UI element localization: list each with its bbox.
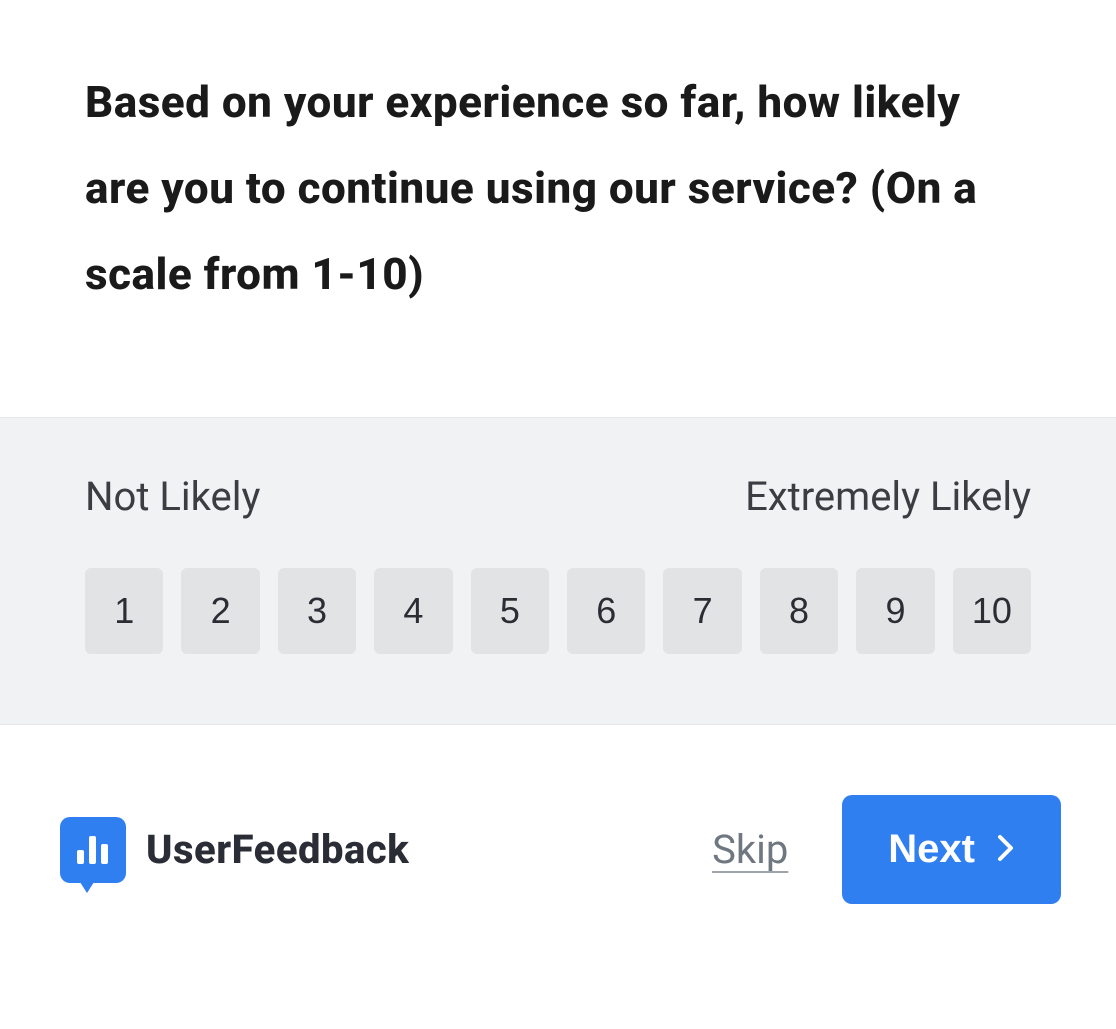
scale-option-2[interactable]: 2 — [181, 568, 259, 654]
next-button[interactable]: Next — [842, 795, 1061, 904]
scale-labels: Not Likely Extremely Likely — [85, 473, 1031, 520]
question-text: Based on your experience so far, how lik… — [85, 60, 1031, 317]
chevron-right-icon — [997, 827, 1015, 872]
brand-name: UserFeedback — [146, 826, 409, 873]
skip-link[interactable]: Skip — [712, 826, 788, 873]
scale-option-1[interactable]: 1 — [85, 568, 163, 654]
scale-option-7[interactable]: 7 — [663, 568, 741, 654]
scale-option-3[interactable]: 3 — [278, 568, 356, 654]
next-button-label: Next — [888, 827, 975, 872]
scale-section: Not Likely Extremely Likely 1 2 3 4 5 6 … — [0, 417, 1116, 724]
scale-high-label: Extremely Likely — [745, 473, 1031, 520]
scale-buttons-row: 1 2 3 4 5 6 7 8 9 10 — [85, 568, 1031, 654]
scale-option-9[interactable]: 9 — [856, 568, 934, 654]
scale-option-8[interactable]: 8 — [760, 568, 838, 654]
chart-bubble-icon — [60, 817, 126, 883]
scale-option-5[interactable]: 5 — [471, 568, 549, 654]
scale-option-10[interactable]: 10 — [953, 568, 1031, 654]
question-section: Based on your experience so far, how lik… — [0, 0, 1116, 417]
scale-option-4[interactable]: 4 — [374, 568, 452, 654]
brand-logo: UserFeedback — [60, 817, 409, 883]
scale-low-label: Not Likely — [85, 473, 260, 520]
scale-option-6[interactable]: 6 — [567, 568, 645, 654]
footer-actions: Skip Next — [712, 795, 1061, 904]
footer-section: UserFeedback Skip Next — [0, 724, 1116, 964]
